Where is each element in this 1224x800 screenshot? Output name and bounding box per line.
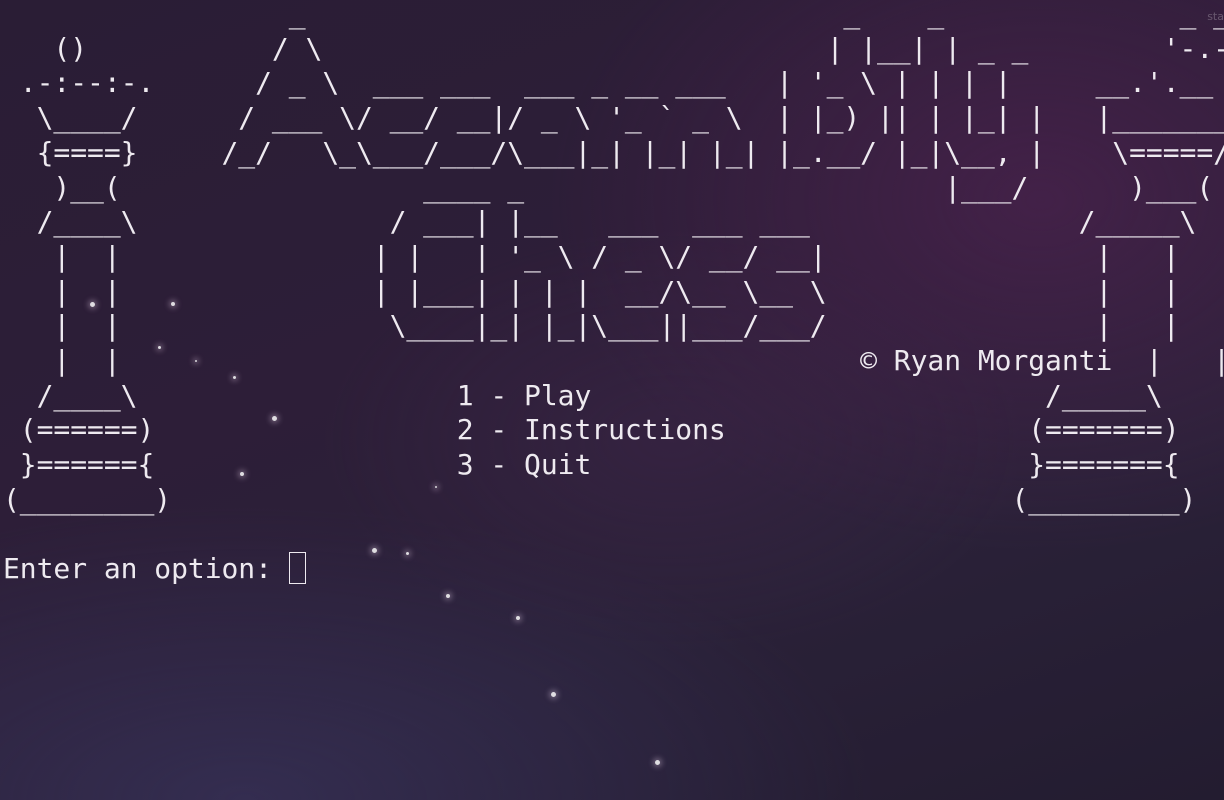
ascii-line: | | | |___| | | | __/\__ \__ \ | |	[3, 274, 1197, 308]
ascii-line: /____\ / ___| |__ ___ ___ ___ /_____\	[3, 205, 1214, 239]
ascii-line: (________) (_________)	[3, 482, 1214, 516]
ascii-line: )__( ____ _ |___/ )___(	[3, 170, 1224, 204]
ascii-line: }======{ 3 - Quit }======={	[3, 448, 1197, 482]
ascii-line: {====} /_/ \_\___/___/\___|_| |_| |_| |_…	[3, 135, 1224, 169]
ascii-line: () / \ | |__| | _ _ '-.-'	[3, 31, 1224, 65]
terminal-cursor[interactable]	[288, 552, 306, 585]
star	[655, 760, 660, 765]
ascii-line: .-:--:-. / _ \ ___ ___ ___ _ __ ___ | '_…	[3, 66, 1224, 100]
ascii-line: /____\ 1 - Play /_____\	[3, 378, 1180, 412]
option-prompt: Enter an option:	[3, 552, 289, 586]
star	[551, 692, 556, 697]
ascii-line: | | | | | '_ \ / _ \/ __/ __| | |	[3, 239, 1197, 273]
terminal-output: _ _ _ _ _ () / \ | |__| | _ _ '-.-' .-:-…	[3, 0, 1224, 587]
star	[446, 594, 450, 598]
ascii-line: | | \____|_| |_|\___||___/___/ | |	[3, 309, 1197, 343]
ascii-line: \____/ / ___ \/ __/ __|/ _ \ '_ ` _ \ | …	[3, 101, 1224, 135]
star	[516, 616, 520, 620]
ascii-line: | | © Ryan Morganti | |	[3, 344, 1224, 378]
ascii-line: (======) 2 - Instructions (=======)	[3, 413, 1197, 447]
ascii-line: _ _ _ _ _	[3, 0, 1224, 30]
